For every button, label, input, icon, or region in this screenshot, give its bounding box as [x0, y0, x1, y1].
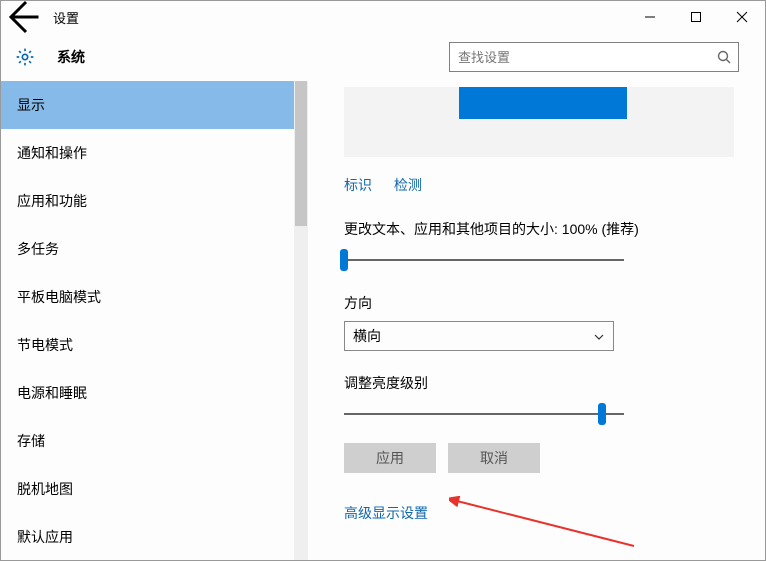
- slider-thumb[interactable]: [340, 249, 348, 271]
- brightness-slider[interactable]: [344, 403, 624, 425]
- sidebar-scrollbar[interactable]: [294, 81, 308, 560]
- content-pane: 标识 检测 更改文本、应用和其他项目的大小: 100% (推荐) 方向 横向 调…: [308, 81, 765, 560]
- detect-link[interactable]: 检测: [394, 177, 422, 193]
- sidebar-item-label: 默认应用: [17, 527, 73, 547]
- orientation-select[interactable]: 横向: [344, 321, 614, 351]
- scrollbar-thumb[interactable]: [295, 81, 307, 226]
- search-input[interactable]: [458, 50, 716, 65]
- sidebar-item-label: 通知和操作: [17, 143, 87, 163]
- sidebar-item-label: 节电模式: [17, 335, 73, 355]
- back-button[interactable]: [1, 1, 41, 33]
- scale-label: 更改文本、应用和其他项目的大小: 100% (推荐): [344, 219, 729, 239]
- sidebar-item-storage[interactable]: 存储: [1, 417, 308, 465]
- slider-track: [344, 413, 624, 415]
- titlebar: 设置: [1, 1, 765, 33]
- apply-button[interactable]: 应用: [344, 443, 436, 473]
- brightness-label: 调整亮度级别: [344, 373, 729, 393]
- advanced-display-link[interactable]: 高级显示设置: [344, 503, 428, 523]
- maximize-button[interactable]: [673, 1, 719, 33]
- identify-link[interactable]: 标识: [344, 177, 372, 193]
- section-title: 系统: [57, 47, 85, 67]
- sidebar-item-label: 多任务: [17, 239, 59, 259]
- orientation-value: 横向: [353, 326, 381, 346]
- sidebar-item-default-apps[interactable]: 默认应用: [1, 513, 308, 560]
- sidebar-item-notifications[interactable]: 通知和操作: [1, 129, 308, 177]
- sidebar-item-battery[interactable]: 节电模式: [1, 321, 308, 369]
- header: 系统: [1, 33, 765, 81]
- sidebar-item-label: 存储: [17, 431, 45, 451]
- search-icon: [716, 49, 732, 65]
- display-preview-monitor[interactable]: [459, 87, 627, 119]
- search-box[interactable]: [449, 42, 739, 72]
- chevron-down-icon: [593, 330, 605, 342]
- sidebar-item-maps[interactable]: 脱机地图: [1, 465, 308, 513]
- slider-track: [344, 259, 624, 261]
- window-title: 设置: [53, 8, 79, 27]
- sidebar: 显示 通知和操作 应用和功能 多任务 平板电脑模式 节电模式 电源和睡眠 存储 …: [1, 81, 308, 560]
- scale-slider[interactable]: [344, 249, 624, 271]
- sidebar-item-label: 电源和睡眠: [17, 383, 87, 403]
- orientation-label: 方向: [344, 293, 729, 313]
- sidebar-item-multitask[interactable]: 多任务: [1, 225, 308, 273]
- sidebar-item-label: 脱机地图: [17, 479, 73, 499]
- cancel-button[interactable]: 取消: [448, 443, 540, 473]
- sidebar-item-label: 应用和功能: [17, 191, 87, 211]
- sidebar-item-display[interactable]: 显示: [1, 81, 308, 129]
- close-button[interactable]: [719, 1, 765, 33]
- sidebar-item-power[interactable]: 电源和睡眠: [1, 369, 308, 417]
- display-preview: [344, 87, 734, 157]
- gear-icon: [15, 47, 35, 67]
- sidebar-item-label: 平板电脑模式: [17, 287, 101, 307]
- sidebar-item-label: 显示: [17, 95, 45, 115]
- minimize-button[interactable]: [627, 1, 673, 33]
- sidebar-item-tablet[interactable]: 平板电脑模式: [1, 273, 308, 321]
- display-links: 标识 检测: [344, 175, 729, 195]
- sidebar-item-apps[interactable]: 应用和功能: [1, 177, 308, 225]
- slider-thumb[interactable]: [598, 403, 606, 425]
